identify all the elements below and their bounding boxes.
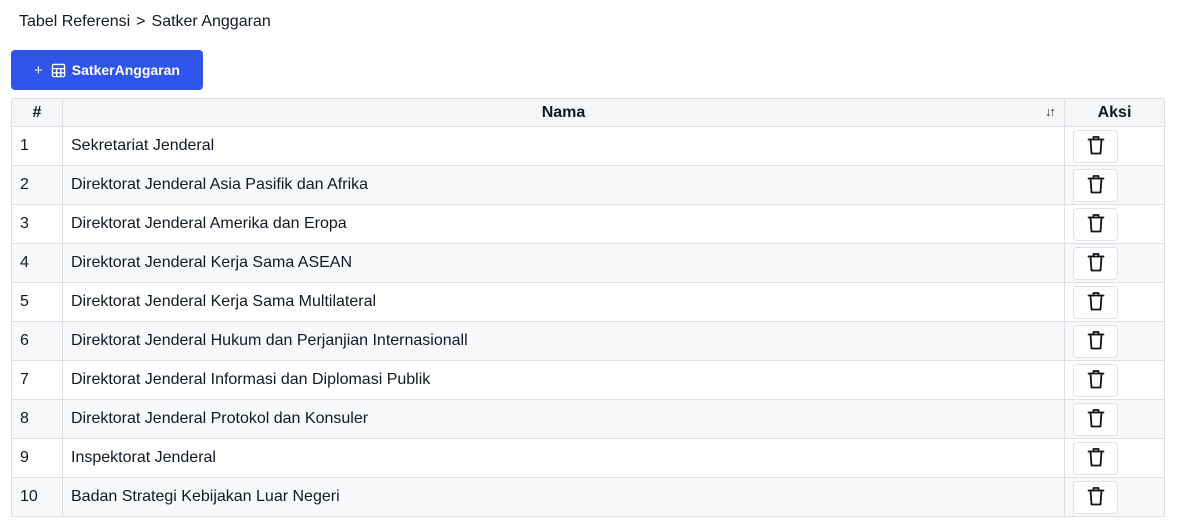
table-row: 10 Badan Strategi Kebijakan Luar Negeri (11, 477, 1165, 517)
row-actions (1064, 126, 1165, 166)
table-row: 8 Direktorat Jenderal Protokol dan Konsul… (11, 399, 1165, 439)
row-number: 1 (11, 126, 63, 166)
row-actions (1064, 282, 1165, 322)
row-nama: Direktorat Jenderal Protokol dan Konsule… (62, 399, 1065, 439)
table-row: 4 Direktorat Jenderal Kerja Sama ASEAN (11, 243, 1165, 283)
row-nama: Sekretariat Jenderal (62, 126, 1065, 166)
breadcrumb-current: Satker Anggaran (151, 13, 271, 30)
satker-table: # Nama ↓↑ Aksi 1 Sekretariat Jenderal 2 Dir… (11, 98, 1165, 517)
column-header-number: # (11, 98, 63, 127)
delete-button[interactable] (1073, 480, 1118, 514)
table-row: 6 Direktorat Jenderal Hukum dan Perjanjia… (11, 321, 1165, 361)
row-number: 7 (11, 360, 63, 400)
delete-button[interactable] (1073, 129, 1118, 163)
row-actions (1064, 321, 1165, 361)
trash-icon (1087, 135, 1105, 158)
row-actions (1064, 204, 1165, 244)
add-satker-anggaran-button[interactable]: + SatkerAnggaran (11, 50, 203, 90)
row-nama: Direktorat Jenderal Kerja Sama ASEAN (62, 243, 1065, 283)
row-number: 5 (11, 282, 63, 322)
row-number: 4 (11, 243, 63, 283)
breadcrumb: Tabel Referensi > Satker Anggaran (19, 12, 271, 32)
column-header-nama-label: Nama (541, 103, 586, 121)
delete-button[interactable] (1073, 402, 1118, 436)
delete-button[interactable] (1073, 246, 1118, 280)
trash-icon (1087, 213, 1105, 236)
trash-icon (1087, 408, 1105, 431)
row-actions (1064, 399, 1165, 439)
row-nama: Inspektorat Jenderal (62, 438, 1065, 478)
delete-button[interactable] (1073, 324, 1118, 358)
row-number: 8 (11, 399, 63, 439)
plus-icon: + (34, 61, 43, 79)
table-row: 5 Direktorat Jenderal Kerja Sama Multilat… (11, 282, 1165, 322)
row-nama: Direktorat Jenderal Asia Pasifik dan Afr… (62, 165, 1065, 205)
row-actions (1064, 243, 1165, 283)
delete-button[interactable] (1073, 441, 1118, 475)
trash-icon (1087, 252, 1105, 275)
row-actions (1064, 477, 1165, 517)
breadcrumb-separator: > (136, 13, 146, 30)
row-nama: Direktorat Jenderal Amerika dan Eropa (62, 204, 1065, 244)
row-actions (1064, 360, 1165, 400)
row-nama: Badan Strategi Kebijakan Luar Negeri (62, 477, 1065, 517)
row-nama: Direktorat Jenderal Kerja Sama Multilate… (62, 282, 1065, 322)
row-number: 2 (11, 165, 63, 205)
row-actions (1064, 438, 1165, 478)
column-header-aksi: Aksi (1064, 98, 1165, 127)
row-nama: Direktorat Jenderal Hukum dan Perjanjian… (62, 321, 1065, 361)
table-row: 7 Direktorat Jenderal Informasi dan Diplo… (11, 360, 1165, 400)
row-number: 9 (11, 438, 63, 478)
column-header-nama[interactable]: Nama ↓↑ (62, 98, 1065, 127)
delete-button[interactable] (1073, 207, 1118, 241)
row-number: 3 (11, 204, 63, 244)
trash-icon (1087, 174, 1105, 197)
trash-icon (1087, 291, 1105, 314)
table-header-row: # Nama ↓↑ Aksi (11, 98, 1165, 127)
trash-icon (1087, 369, 1105, 392)
table-row: 2 Direktorat Jenderal Asia Pasifik dan Af… (11, 165, 1165, 205)
table-row: 9 Inspektorat Jenderal (11, 438, 1165, 478)
trash-icon (1087, 486, 1105, 509)
row-number: 6 (11, 321, 63, 361)
add-button-label: SatkerAnggaran (71, 62, 180, 78)
breadcrumb-parent[interactable]: Tabel Referensi (19, 13, 130, 30)
sort-icon[interactable]: ↓↑ (1045, 104, 1056, 119)
table-row: 3 Direktorat Jenderal Amerika dan Eropa (11, 204, 1165, 244)
trash-icon (1087, 330, 1105, 353)
delete-button[interactable] (1073, 363, 1118, 397)
row-number: 10 (11, 477, 63, 517)
table-row: 1 Sekretariat Jenderal (11, 126, 1165, 166)
row-actions (1064, 165, 1165, 205)
delete-button[interactable] (1073, 168, 1118, 202)
trash-icon (1087, 447, 1105, 470)
table-icon (51, 63, 66, 78)
delete-button[interactable] (1073, 285, 1118, 319)
row-nama: Direktorat Jenderal Informasi dan Diplom… (62, 360, 1065, 400)
